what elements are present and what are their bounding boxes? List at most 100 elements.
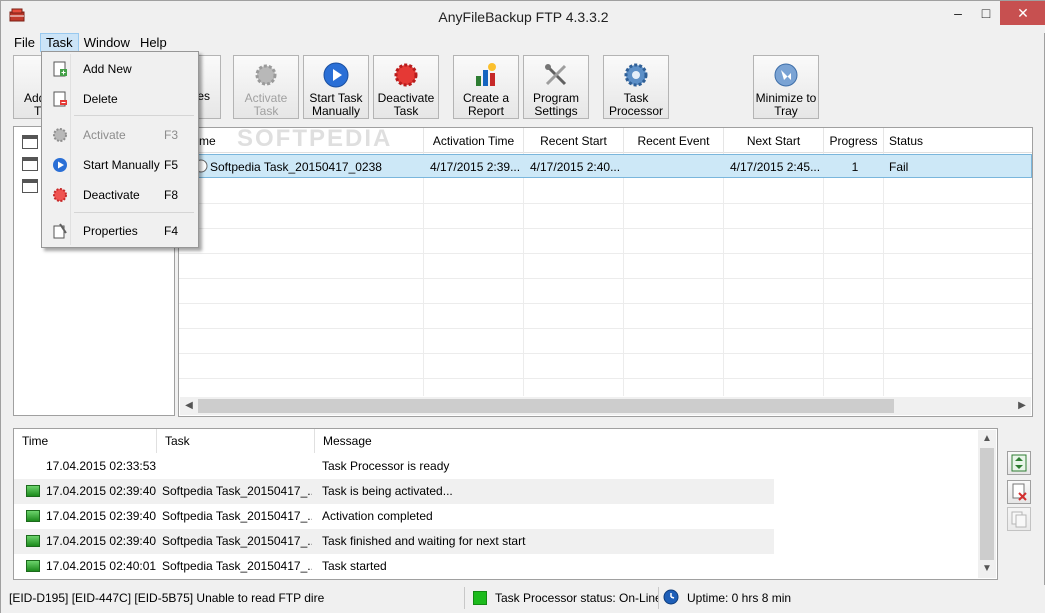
success-icon xyxy=(26,535,40,547)
log-col-time[interactable]: Time xyxy=(14,429,157,453)
clock-icon xyxy=(663,589,679,605)
log-row[interactable]: 17.04.2015 02:40:01 Softpedia Task_20150… xyxy=(14,554,774,579)
program-settings-button[interactable]: Program Settings xyxy=(523,55,589,119)
calendar-icon[interactable] xyxy=(22,135,38,149)
menu-file[interactable]: File xyxy=(9,34,40,53)
log-task: Softpedia Task_20150417_... xyxy=(162,484,312,498)
tools-icon xyxy=(545,64,567,86)
scrollbar-thumb[interactable] xyxy=(198,399,894,413)
scroll-right-icon[interactable]: ▶ xyxy=(1013,397,1031,415)
col-recent-event[interactable]: Recent Event xyxy=(624,128,724,153)
menu-item-start-manually[interactable]: Start Manually F5 xyxy=(44,153,196,177)
deactivate-task-button[interactable]: Deactivate Task xyxy=(373,55,439,119)
log-task xyxy=(162,454,312,479)
log-time: 17.04.2015 02:33:53 xyxy=(46,459,156,473)
task-menu-dropdown: Add New Delete Activate F3 Start Manuall… xyxy=(41,51,199,248)
app-window: AnyFileBackup FTP 4.3.3.2 – □ ✕ File Task… xyxy=(0,0,1045,613)
log-col-message[interactable]: Message xyxy=(315,429,775,453)
create-report-label: Create a Report xyxy=(462,91,510,118)
log-row[interactable]: 17.04.2015 02:39:40 Softpedia Task_20150… xyxy=(14,504,774,529)
start-task-manually-button[interactable]: Start Task Manually xyxy=(303,55,369,119)
create-report-button[interactable]: Create a Report xyxy=(453,55,519,119)
window-title: AnyFileBackup FTP 4.3.3.2 xyxy=(438,9,609,25)
log-panel[interactable]: Time Task Message 17.04.2015 02:33:53 Ta… xyxy=(13,428,998,580)
vertical-scrollbar[interactable]: ▲ ▼ xyxy=(978,430,996,578)
log-time: 17.04.2015 02:40:01 xyxy=(46,559,156,573)
status-cell: Fail xyxy=(889,160,909,174)
col-next-start[interactable]: Next Start xyxy=(724,128,824,153)
log-message: Task started xyxy=(322,559,387,573)
log-row[interactable]: 17.04.2015 02:39:40 Softpedia Task_20150… xyxy=(14,529,774,554)
log-col-task[interactable]: Task xyxy=(157,429,315,453)
success-icon xyxy=(26,560,40,572)
activation-time-cell: 4/17/2015 2:39... xyxy=(430,160,521,174)
menu-item-activate[interactable]: Activate F3 xyxy=(44,123,196,147)
gear-gray-icon xyxy=(255,64,277,86)
col-progress[interactable]: Progress xyxy=(824,128,884,153)
menu-item-delete[interactable]: Delete xyxy=(44,87,196,111)
table-row[interactable]: Softpedia Task_20150417_0238 4/17/2015 2… xyxy=(179,154,1032,178)
autoscroll-button[interactable] xyxy=(1007,451,1031,475)
log-message: Task Processor is ready xyxy=(322,459,450,473)
minimize-tray-icon xyxy=(774,63,798,87)
col-activation-time[interactable]: Activation Time xyxy=(424,128,524,153)
clear-log-icon xyxy=(1012,483,1027,501)
start-manually-label: Start Manually xyxy=(83,158,160,172)
gear-blue-icon xyxy=(624,63,648,87)
log-message: Task is being activated... xyxy=(322,484,453,498)
minimize-to-tray-button[interactable]: Minimize to Tray xyxy=(753,55,819,119)
activate-label: Activate xyxy=(83,128,126,142)
calendar-icon[interactable] xyxy=(22,157,38,171)
task-processor-status: Task Processor status: On-Line xyxy=(495,587,659,609)
start-task-manually-label: Start Task Manually xyxy=(309,91,363,118)
log-task: Softpedia Task_20150417_... xyxy=(162,559,312,573)
play-icon xyxy=(323,62,349,88)
log-message: Task finished and waiting for next start xyxy=(322,534,526,548)
task-list-grid[interactable]: me Activation Time Recent Start Recent E… xyxy=(178,127,1033,417)
progress-cell: 1 xyxy=(851,160,859,174)
minimize-button[interactable]: – xyxy=(944,1,972,25)
log-task: Softpedia Task_20150417_... xyxy=(162,534,312,548)
menu-item-properties[interactable]: Properties F4 xyxy=(44,219,196,243)
properties-shortcut: F4 xyxy=(164,224,179,238)
task-processor-button[interactable]: Task Processor xyxy=(603,55,669,119)
recent-start-cell: 4/17/2015 2:40... xyxy=(530,160,621,174)
log-row[interactable]: 17.04.2015 02:39:40 Softpedia Task_20150… xyxy=(14,479,774,504)
col-status[interactable]: Status xyxy=(884,128,1032,153)
error-status: [EID-D195] [EID-447C] [EID-5B75] Unable … xyxy=(9,587,465,609)
minimize-to-tray-label: Minimize to Tray xyxy=(755,91,817,118)
calendar-icon[interactable] xyxy=(22,179,38,193)
scroll-up-icon[interactable]: ▲ xyxy=(978,430,996,448)
stop-red-icon xyxy=(394,63,418,87)
activate-task-button[interactable]: Activate Task xyxy=(233,55,299,119)
report-chart-icon xyxy=(476,63,496,86)
log-time: 17.04.2015 02:39:40 xyxy=(46,484,156,498)
scrollbar-thumb[interactable] xyxy=(980,448,994,560)
log-row[interactable]: 17.04.2015 02:33:53 Task Processor is re… xyxy=(14,454,774,479)
success-icon xyxy=(26,485,40,497)
col-recent-start[interactable]: Recent Start xyxy=(524,128,624,153)
menu-task[interactable]: Task xyxy=(39,33,79,52)
recent-event-cell xyxy=(630,155,722,178)
log-message: Activation completed xyxy=(322,509,433,523)
gear-gray-icon xyxy=(53,128,67,142)
menu-item-add-new[interactable]: Add New xyxy=(44,57,196,81)
properties-icon xyxy=(53,223,67,239)
menu-bar: File Task Window Help xyxy=(9,33,172,53)
scroll-left-icon[interactable]: ◀ xyxy=(180,397,198,415)
scroll-down-icon[interactable]: ▼ xyxy=(978,560,996,578)
menu-item-deactivate[interactable]: Deactivate F8 xyxy=(44,183,196,207)
maximize-button[interactable]: □ xyxy=(972,1,1000,25)
horizontal-scrollbar[interactable]: ◀ ▶ xyxy=(180,397,1031,415)
clear-log-button[interactable] xyxy=(1007,480,1031,504)
play-icon xyxy=(53,158,67,172)
activate-shortcut: F3 xyxy=(164,128,179,142)
log-task: Softpedia Task_20150417_... xyxy=(162,509,312,523)
title-bar: AnyFileBackup FTP 4.3.3.2 – □ ✕ xyxy=(1,1,1045,33)
online-indicator-icon xyxy=(473,591,487,605)
log-time: 17.04.2015 02:39:40 xyxy=(46,534,156,548)
delete-label: Delete xyxy=(83,92,118,106)
copy-log-button[interactable] xyxy=(1007,507,1031,531)
stop-red-icon xyxy=(53,188,67,202)
close-button[interactable]: ✕ xyxy=(1000,1,1045,25)
